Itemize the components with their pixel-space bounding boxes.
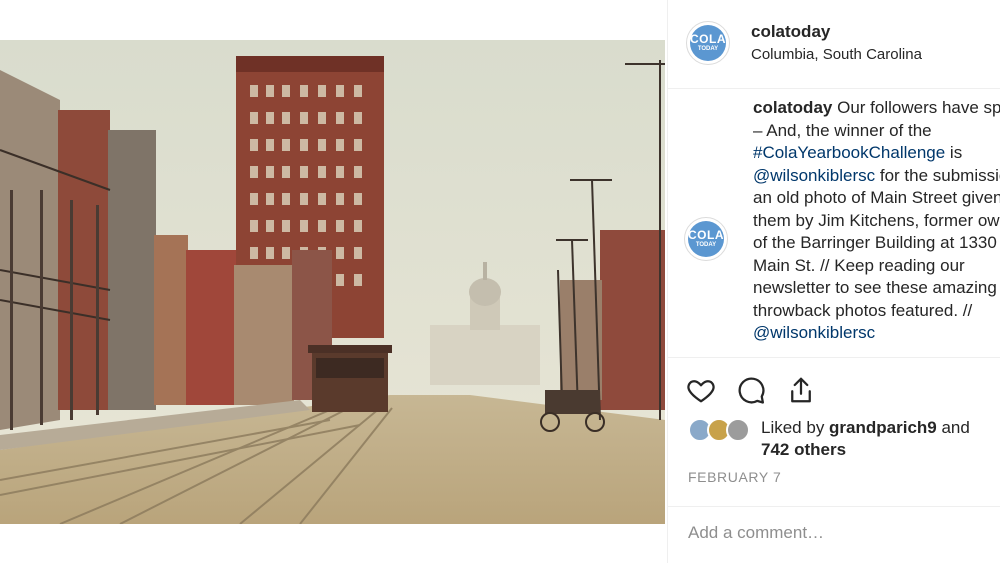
- post-caption: colatoday Our followers have spoken – An…: [753, 97, 1000, 345]
- mention-link[interactable]: @wilsonkiblersc: [753, 166, 875, 185]
- comment-input[interactable]: [688, 521, 988, 545]
- caption-avatar[interactable]: COLA TODAY: [684, 217, 728, 261]
- caption-text: for the submission of: [879, 165, 1000, 185]
- avatar[interactable]: COLA TODAY: [686, 21, 730, 65]
- caption-text: them by Jim Kitchens, former owner: [753, 210, 1000, 230]
- post-side-panel: COLA TODAY colatoday Columbia, South Car…: [667, 0, 1000, 563]
- caption-text: – And, the winner of the: [753, 120, 932, 140]
- mention-link[interactable]: @wilsonkiblersc: [753, 323, 875, 342]
- post-location[interactable]: Columbia, South Carolina: [751, 46, 922, 63]
- caption-text: is: [945, 143, 963, 162]
- caption-text: newsletter to see these amazing: [753, 278, 997, 297]
- comment-icon: [738, 377, 765, 404]
- main-street-vintage-photo: [0, 40, 665, 524]
- liked-by-prefix: Liked by: [761, 418, 830, 437]
- avatar: [726, 418, 750, 442]
- post-header: COLA TODAY colatoday Columbia, South Car…: [668, 0, 1000, 89]
- share-icon: [791, 377, 811, 403]
- avatar-logo-text: COLA: [690, 32, 726, 46]
- post-actions: Liked by grandparich9 and 742 others FEB…: [668, 357, 1000, 563]
- caption-section: COLA TODAY colatoday Our followers have …: [668, 89, 1000, 357]
- caption-text: throwback photos featured. //: [753, 300, 973, 320]
- post-media-panel: [0, 0, 667, 563]
- caption-text: of the Barringer Building at 1330: [753, 233, 997, 252]
- brand-logo: COLA TODAY: [688, 221, 724, 257]
- share-button[interactable]: [786, 375, 818, 407]
- post-photo[interactable]: [0, 40, 665, 524]
- post-username[interactable]: colatoday: [751, 22, 830, 42]
- caption-username[interactable]: colatoday: [753, 98, 832, 117]
- avatar-logo-subtext: TODAY: [695, 242, 717, 248]
- like-button[interactable]: [686, 375, 718, 407]
- heart-icon: [687, 380, 715, 403]
- caption-text: Our followers have spoken: [837, 98, 1000, 117]
- liked-by-and: and: [936, 418, 970, 437]
- comment-box: [668, 506, 1000, 563]
- avatar-logo-subtext: TODAY: [697, 46, 719, 52]
- liked-by-user[interactable]: grandparich9: [829, 418, 937, 437]
- likes-count[interactable]: 742 others: [761, 440, 846, 459]
- post-date[interactable]: FEBRUARY 7: [688, 469, 781, 485]
- hashtag-link[interactable]: #ColaYearbookChallenge: [753, 143, 945, 162]
- caption-text: Main St. // Keep reading our: [753, 255, 965, 275]
- caption-text: an old photo of Main Street given to: [753, 188, 1000, 207]
- liked-by-text: Liked by grandparich9 and 742 others: [761, 417, 970, 461]
- comment-button[interactable]: [736, 375, 768, 407]
- brand-logo: COLA TODAY: [690, 25, 726, 61]
- avatar-logo-text: COLA: [688, 228, 724, 242]
